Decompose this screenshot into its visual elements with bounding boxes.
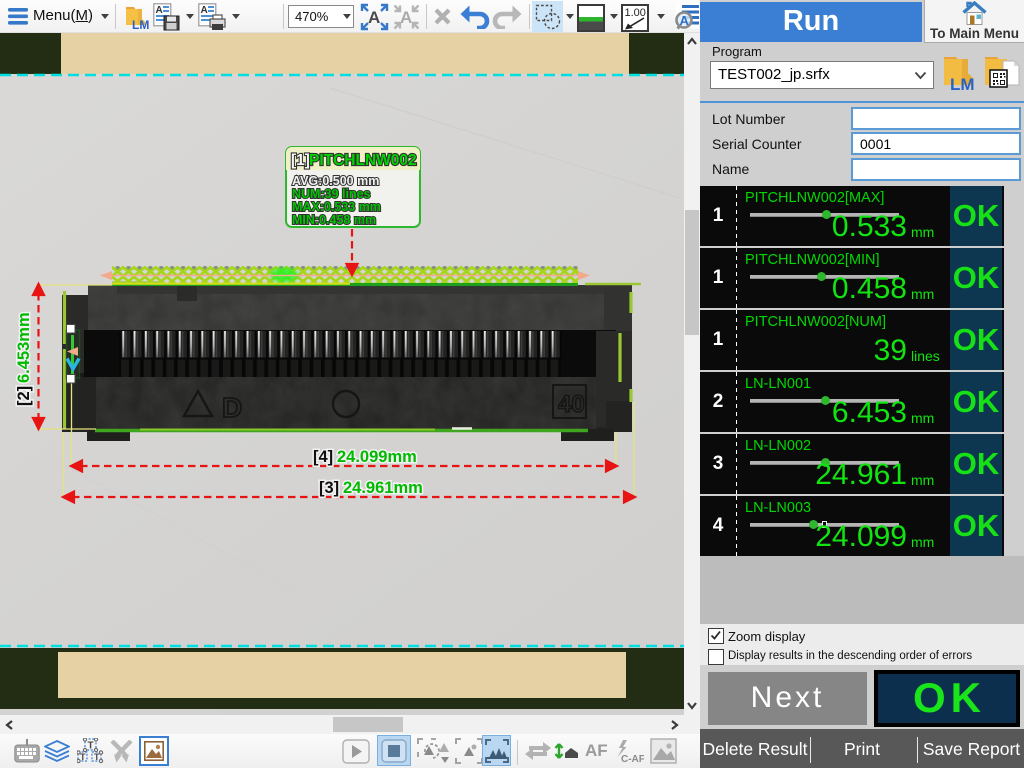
svg-text:D: D [222,392,242,423]
svg-text:A: A [368,8,380,27]
svg-text:[4]: [4] [313,448,333,466]
svg-text:[2]: [2] [15,386,33,406]
svg-text:24.961mm: 24.961mm [343,479,423,497]
svg-text:AVG:0.500 mm: AVG:0.500 mm [292,174,379,188]
svg-text:T: T [88,741,94,752]
svg-text:A: A [156,5,163,16]
svg-text:[1]: [1] [291,152,310,169]
svg-text:A: A [400,8,412,27]
svg-text:6.453mm: 6.453mm [15,312,33,383]
svg-text:MIN:0.458 mm: MIN:0.458 mm [292,213,376,227]
svg-text:LM: LM [950,75,975,91]
svg-text:24.099mm: 24.099mm [337,448,417,466]
svg-text:MAX:0.533 mm: MAX:0.533 mm [292,200,381,214]
svg-text:[3]: [3] [319,479,339,497]
svg-text:T: T [80,752,86,762]
svg-text:40: 40 [558,391,585,418]
svg-text:1.00: 1.00 [625,7,646,19]
svg-text:A: A [680,13,690,28]
svg-text:NUM:39 lines: NUM:39 lines [292,187,371,201]
svg-text:LM: LM [132,18,149,30]
svg-text:C-AF: C-AF [621,754,644,764]
svg-text:PITCHLNW002: PITCHLNW002 [309,152,417,169]
svg-text:A: A [201,5,208,16]
